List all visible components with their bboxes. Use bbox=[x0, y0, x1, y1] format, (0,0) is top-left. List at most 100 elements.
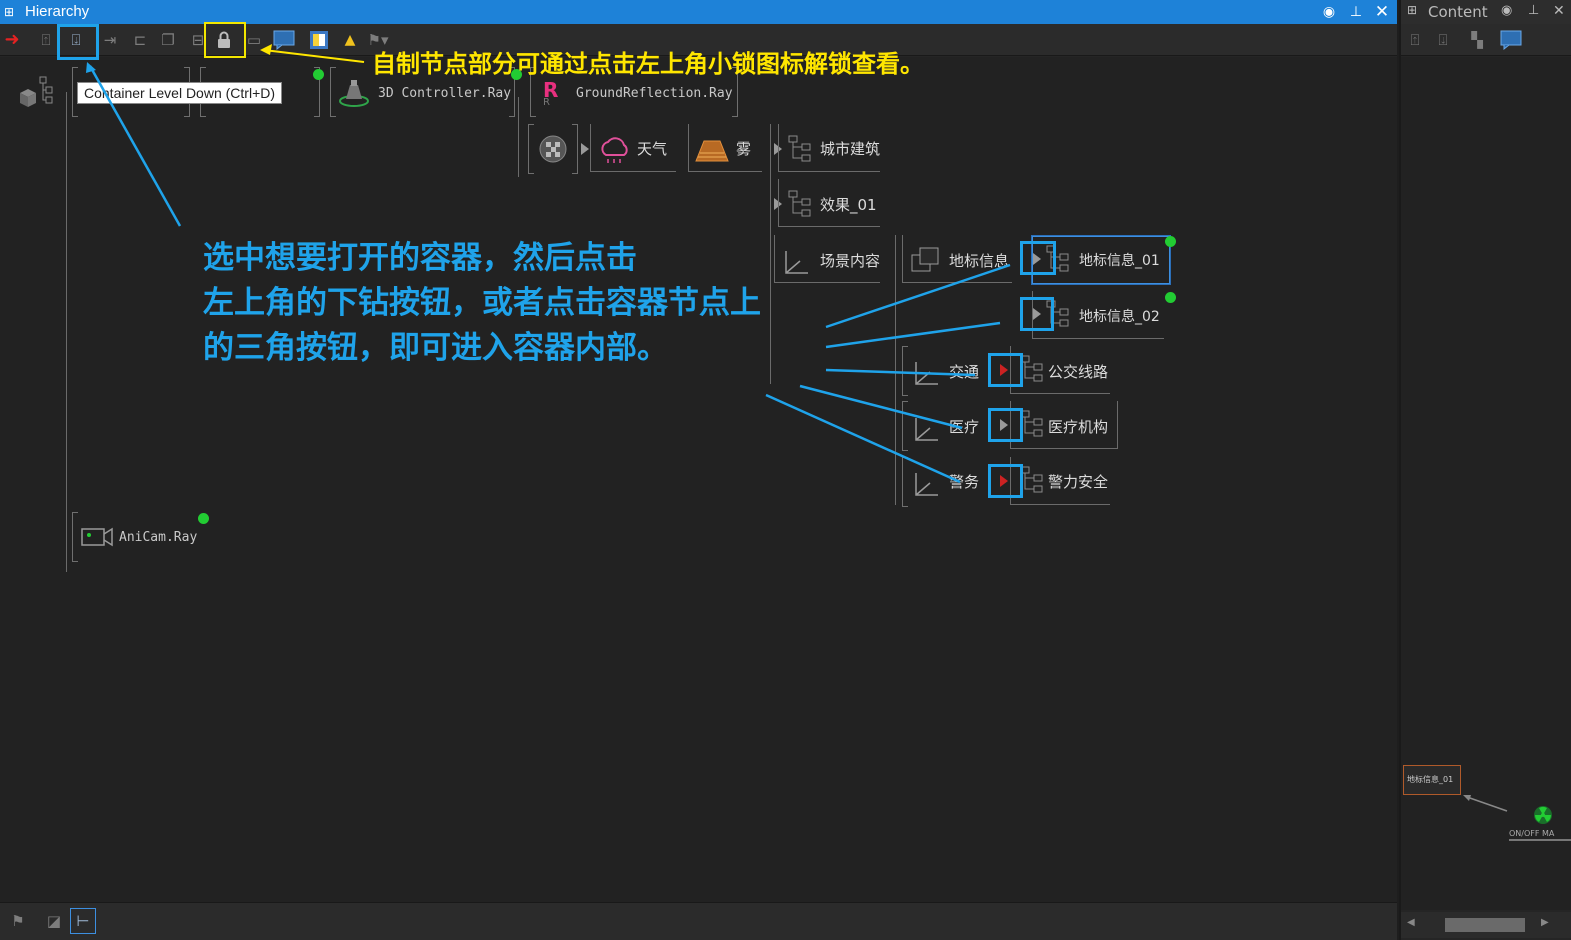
status-dot bbox=[313, 69, 324, 80]
status-dot bbox=[1165, 292, 1176, 303]
node-label-bus-lines[interactable]: 公交线路 bbox=[1048, 361, 1108, 382]
node-label-controller[interactable]: 3D Controller.Ray bbox=[378, 86, 511, 101]
eye-icon[interactable]: ◉ bbox=[1320, 3, 1338, 21]
node-label-police[interactable]: 警务 bbox=[949, 471, 979, 492]
tooltip: Container Level Down (Ctrl+D) bbox=[77, 82, 283, 104]
status-dot bbox=[198, 513, 209, 524]
mini-connector-arrow bbox=[1463, 795, 1508, 812]
node-label-police-security[interactable]: 警力安全 bbox=[1048, 471, 1108, 492]
expand-triangle-icon[interactable] bbox=[581, 143, 589, 155]
lock-hint-text: 自制节点部分可通过点击左上角小锁图标解锁查看。 bbox=[372, 50, 924, 78]
level-down-highlight-box bbox=[57, 24, 99, 60]
branch-line bbox=[518, 97, 519, 177]
hierarchy-statusbar: ⚑ ◪ ⊢ bbox=[0, 902, 1397, 940]
lock-highlight-box bbox=[204, 22, 246, 58]
container-level-down-icon[interactable]: ⍗ bbox=[1431, 28, 1455, 52]
tree-trunk-line bbox=[66, 92, 67, 572]
node-label-city-buildings[interactable]: 城市建筑 bbox=[820, 138, 880, 159]
triangle-highlight-box bbox=[1020, 241, 1056, 275]
mini-node[interactable]: 地标信息_01 bbox=[1403, 765, 1461, 795]
container-hierarchy-icon bbox=[1020, 466, 1043, 494]
panel-title: Hierarchy bbox=[25, 3, 90, 20]
bracket-icon[interactable]: ⊏ bbox=[128, 28, 152, 52]
triangle-highlight-box bbox=[988, 408, 1023, 442]
axis-icon bbox=[780, 247, 810, 277]
node-label-weather[interactable]: 天气 bbox=[637, 138, 667, 159]
node-label-effect-01[interactable]: 效果_01 bbox=[820, 194, 877, 215]
drill-hint-line3: 的三角按钮，即可进入容器内部。 bbox=[203, 330, 668, 366]
content-title: Content bbox=[1428, 3, 1488, 21]
axis-icon bbox=[910, 469, 940, 499]
mini-switch-label: ON/OFF MA bbox=[1509, 829, 1555, 838]
branch-line bbox=[895, 235, 896, 505]
close-icon[interactable]: ✕ bbox=[1373, 3, 1391, 21]
eye-icon[interactable]: ◉ bbox=[1501, 3, 1512, 18]
axis-icon bbox=[910, 358, 940, 388]
triangle-highlight-box bbox=[988, 464, 1023, 498]
node-label-traffic[interactable]: 交通 bbox=[949, 361, 979, 382]
horizontal-scrollbar[interactable]: ◀ ▶ bbox=[1401, 912, 1571, 938]
node-label-medical-institution[interactable]: 医疗机构 bbox=[1048, 416, 1108, 437]
chat-bubble-icon[interactable] bbox=[1499, 28, 1523, 52]
triangle-highlight-box bbox=[1020, 297, 1054, 331]
content-titlebar: ⊞ Content ◉ ⊥ ✕ bbox=[1401, 0, 1571, 24]
axis-icon bbox=[910, 414, 940, 444]
node-bracket bbox=[902, 401, 908, 451]
container-level-up-icon[interactable]: ⍐ bbox=[34, 28, 58, 52]
close-icon[interactable]: ✕ bbox=[1553, 3, 1565, 19]
node-label-landmark-info-02[interactable]: 地标信息_02 bbox=[1079, 306, 1160, 326]
scroll-right-icon[interactable]: ▶ bbox=[1541, 917, 1549, 928]
mini-switch-node[interactable]: ON/OFF MA bbox=[1509, 799, 1571, 841]
node-label-fog[interactable]: 雾 bbox=[736, 138, 751, 159]
scrollbar-thumb[interactable] bbox=[1445, 918, 1525, 932]
container-hierarchy-icon bbox=[1020, 355, 1043, 383]
hierarchy-titlebar: ⊞ Hierarchy ◉ ⊥ ✕ bbox=[0, 0, 1397, 24]
pin-icon[interactable]: ⊥ bbox=[1528, 3, 1539, 18]
tree-layout-icon[interactable]: ⊢ bbox=[70, 908, 96, 934]
link-left-icon[interactable]: ⇥ bbox=[98, 28, 122, 52]
node-bracket bbox=[528, 124, 534, 174]
hierarchy-icon: ⊞ bbox=[4, 5, 15, 19]
chat-bubble-icon[interactable] bbox=[272, 28, 296, 52]
content-toolbar: ⍐ ⍗ ▚ bbox=[1401, 24, 1571, 56]
container-hierarchy-icon bbox=[1020, 410, 1043, 438]
camera-icon bbox=[80, 523, 114, 551]
svg-text:R: R bbox=[543, 97, 550, 107]
container-hierarchy-icon bbox=[788, 135, 811, 163]
grid-snap-icon[interactable]: ▚ bbox=[1465, 28, 1489, 52]
node-label-landmark-info[interactable]: 地标信息 bbox=[949, 250, 1009, 271]
status-dot bbox=[1165, 236, 1176, 247]
scroll-left-icon[interactable]: ◀ bbox=[1407, 917, 1415, 928]
checker-sphere-icon bbox=[538, 134, 568, 164]
content-panel: ⊞ Content ◉ ⊥ ✕ ⍐ ⍗ ▚ 地标信息_01 ON/OFF MA … bbox=[1399, 0, 1571, 940]
node-label-scene-content[interactable]: 场景内容 bbox=[820, 250, 880, 271]
root-cube-icon bbox=[16, 75, 56, 111]
back-arrow-icon[interactable]: ➜ bbox=[0, 28, 24, 52]
warning-icon[interactable]: ▲ bbox=[338, 28, 362, 52]
node-graph-canvas[interactable]: 3D Controller.Ray R R GroundReflection.R… bbox=[0, 57, 1397, 902]
bookmark-icon[interactable]: ⚑ bbox=[6, 909, 30, 933]
node-label-anicam[interactable]: AniCam.Ray bbox=[119, 530, 197, 545]
node-label-medical[interactable]: 医疗 bbox=[949, 416, 979, 437]
fog-icon bbox=[694, 137, 730, 163]
grid-icon: ⊞ bbox=[1407, 3, 1418, 17]
pin-icon[interactable]: ⊥ bbox=[1347, 3, 1365, 21]
node-bracket bbox=[902, 457, 908, 507]
radiation-icon bbox=[1534, 806, 1552, 824]
copy-icon[interactable]: ❐ bbox=[156, 28, 180, 52]
ground-reflection-icon: R R bbox=[540, 77, 570, 108]
controller-icon bbox=[336, 77, 372, 109]
layer-icon[interactable]: ◪ bbox=[42, 909, 66, 933]
drill-hint-line1: 选中想要打开的容器，然后点击 bbox=[203, 240, 637, 276]
group-icon bbox=[910, 245, 942, 275]
node-label-landmark-info-01[interactable]: 地标信息_01 bbox=[1079, 250, 1160, 270]
hierarchy-panel: ⊞ Hierarchy ◉ ⊥ ✕ ➜ ⍐ ⍗ ⇥ ⊏ ❐ ⊟ ▭ ▲ ⚑▾ 3… bbox=[0, 0, 1397, 940]
node-label-ground-reflection[interactable]: GroundReflection.Ray bbox=[576, 86, 733, 101]
node-bracket bbox=[902, 346, 908, 396]
color-palette-icon[interactable] bbox=[307, 28, 331, 52]
content-canvas[interactable]: 地标信息_01 ON/OFF MA bbox=[1401, 57, 1571, 910]
node-bracket bbox=[72, 512, 78, 562]
triangle-highlight-box bbox=[988, 353, 1023, 387]
container-level-up-icon[interactable]: ⍐ bbox=[1403, 28, 1427, 52]
branch-line bbox=[770, 124, 771, 384]
